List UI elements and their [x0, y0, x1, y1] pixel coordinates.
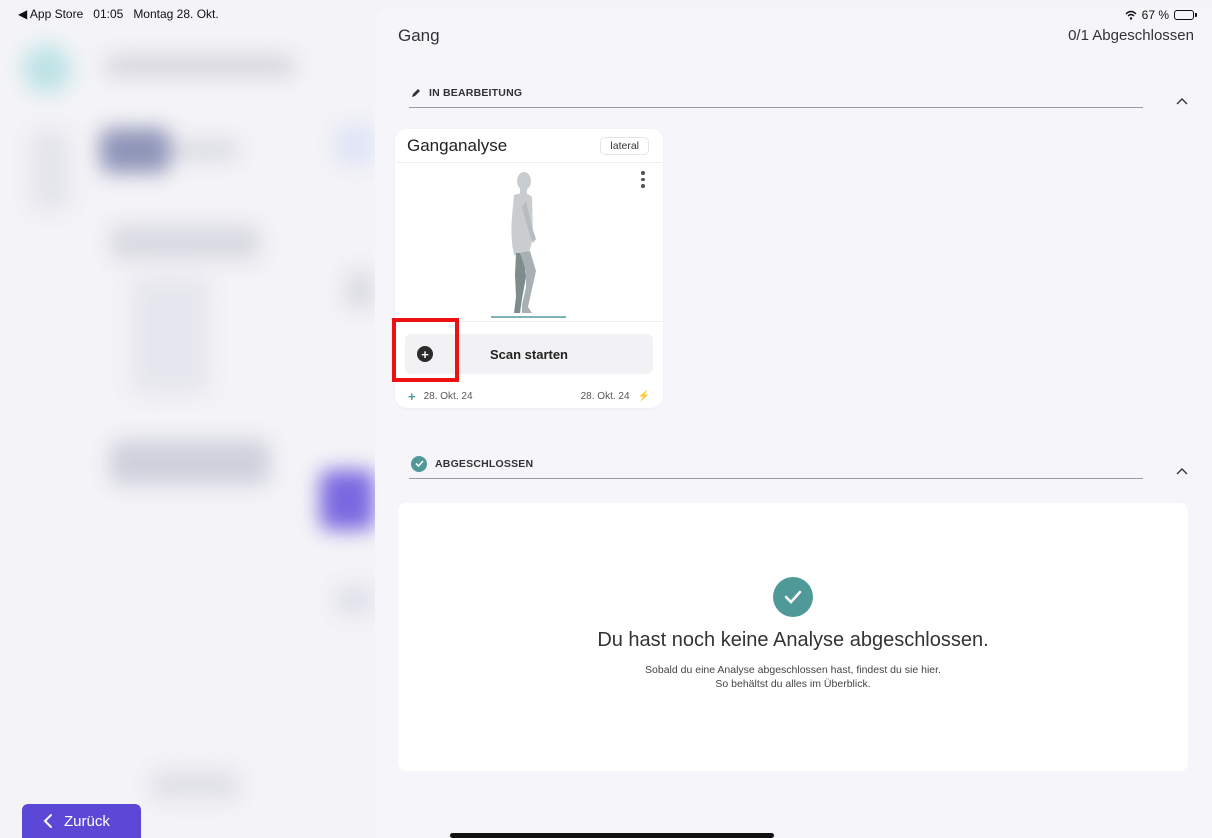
status-bar-left: ◀ App Store 01:05 Montag 28. Okt. [18, 7, 219, 21]
more-options-icon[interactable] [638, 171, 648, 191]
created-date: 28. Okt. 24 [423, 391, 473, 402]
chevron-up-icon [1176, 468, 1188, 475]
completion-status: 0/1 Abgeschlossen [1068, 27, 1194, 44]
blurred-content [0, 0, 375, 838]
empty-state-title: Du hast noch keine Analyse abgeschlossen… [597, 629, 989, 651]
wifi-icon [1125, 10, 1137, 20]
empty-state-line-2: So behältst du alles im Überblick. [715, 678, 871, 690]
back-button[interactable]: Zurück [22, 804, 141, 838]
analysis-card[interactable]: Ganganalyse lateral + Scan starten + 28.… [395, 129, 663, 408]
section-completed-header: ABGESCHLOSSEN [409, 449, 1143, 479]
empty-state-line-1: Sobald du eine Analyse abgeschlossen has… [645, 664, 941, 676]
view-badge: lateral [600, 137, 649, 155]
add-scan-button[interactable]: + [405, 334, 445, 374]
status-bar-right: 67 % [1125, 8, 1197, 22]
collapse-completed-button[interactable] [1170, 459, 1194, 483]
analysis-preview-image [396, 162, 662, 322]
status-time: 01:05 [93, 7, 124, 21]
detail-panel: 67 % Gang 0/1 Abgeschlossen IN BEARBEITU… [375, 8, 1212, 838]
battery-icon [1174, 10, 1197, 20]
empty-state-description: Sobald du eine Analyse abgeschlossen has… [398, 663, 1188, 691]
battery-percentage: 67 % [1141, 8, 1169, 22]
plus-icon: + [417, 346, 433, 362]
page-title: Gang [398, 26, 440, 45]
chevron-left-icon [43, 814, 52, 828]
back-button-label: Zurück [64, 812, 110, 830]
updated-date: 28. Okt. 24 [580, 391, 630, 402]
back-to-app-link[interactable]: ◀ App Store [18, 7, 83, 21]
pencil-icon [412, 88, 420, 97]
check-circle-icon [411, 455, 427, 472]
chevron-up-icon [1176, 98, 1188, 105]
scan-start-label: Scan starten [489, 346, 569, 362]
analysis-card-title: Ganganalyse [407, 136, 508, 155]
section-completed-label: ABGESCHLOSSEN [435, 457, 534, 470]
status-date: Montag 28. Okt. [133, 7, 219, 21]
blurred-background: ◀ App Store 01:05 Montag 28. Okt. Zurück [0, 0, 375, 838]
created-plus-icon: + [408, 389, 416, 404]
section-in-progress-header: IN BEARBEITUNG [409, 78, 1143, 108]
scan-start-button[interactable]: + Scan starten [405, 334, 653, 374]
empty-state-card: Du hast noch keine Analyse abgeschlossen… [398, 503, 1188, 771]
home-indicator [450, 833, 774, 838]
check-circle-icon [773, 577, 813, 617]
bolt-icon: ⚡ [637, 391, 650, 402]
walking-person-figure [491, 172, 566, 318]
analysis-dates: + 28. Okt. 24 28. Okt. 24 ⚡ [408, 389, 650, 404]
section-in-progress-label: IN BEARBEITUNG [429, 86, 523, 99]
collapse-in-progress-button[interactable] [1170, 89, 1194, 113]
